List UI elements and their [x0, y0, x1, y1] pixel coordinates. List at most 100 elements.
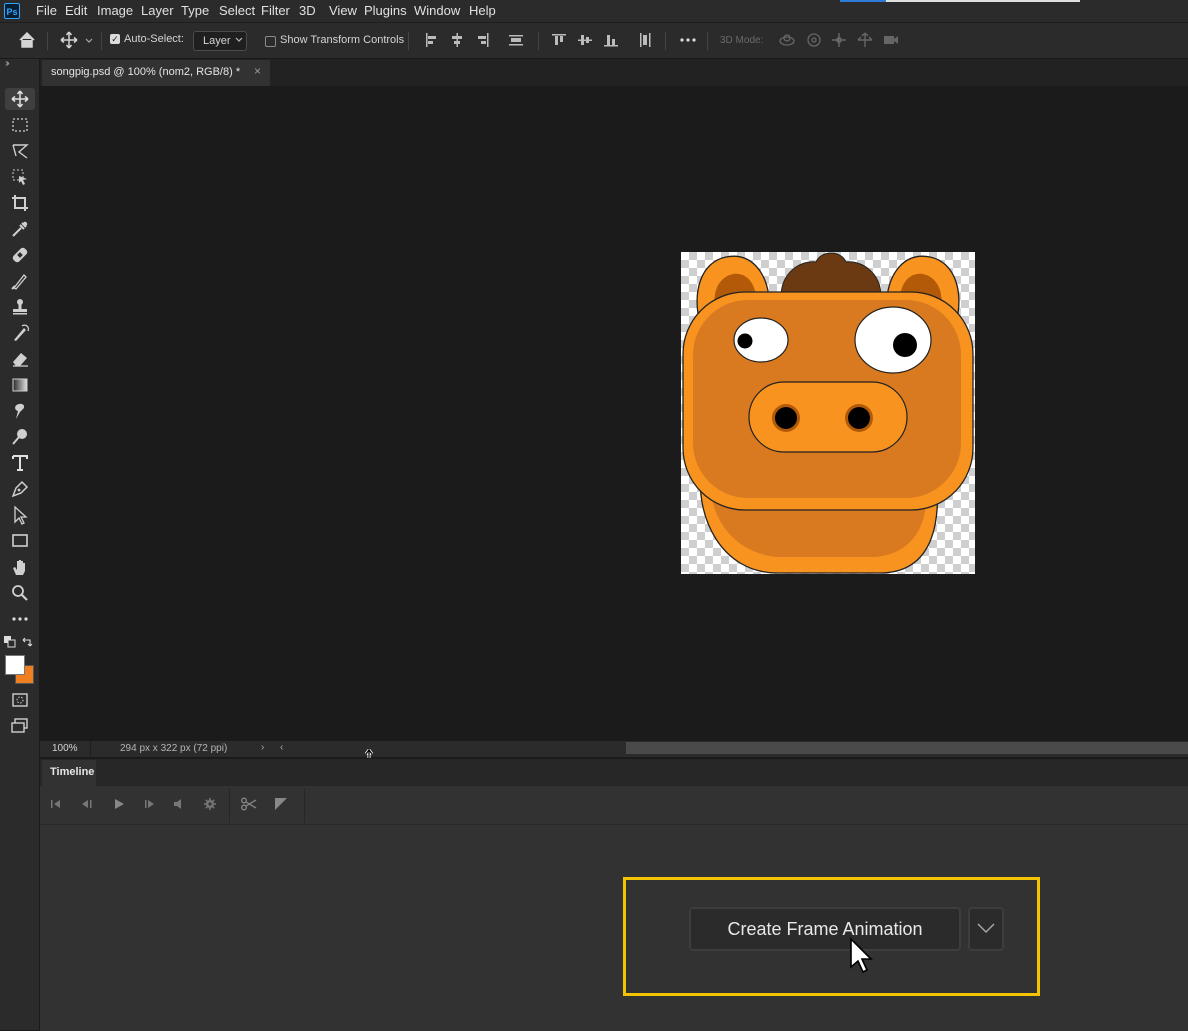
menu-type[interactable]: Type — [181, 3, 209, 18]
more-options-icon[interactable] — [679, 31, 697, 49]
timeline-mode-dropdown[interactable] — [968, 907, 1004, 951]
play-icon[interactable] — [112, 797, 126, 811]
search-strip[interactable] — [886, 0, 1080, 2]
split-scissors-icon[interactable] — [241, 797, 257, 811]
hand-icon[interactable] — [10, 557, 30, 577]
separator — [101, 32, 102, 50]
document-tab-title[interactable]: songpig.psd @ 100% (nom2, RGB/8) * — [51, 66, 240, 78]
distribute-vertical-icon[interactable] — [636, 31, 654, 49]
transition-icon[interactable] — [274, 797, 288, 811]
menu-help[interactable]: Help — [469, 3, 496, 18]
distribute-horizontal-icon[interactable] — [507, 31, 525, 49]
menu-edit[interactable]: Edit — [65, 3, 87, 18]
timeline-tab-bar — [40, 759, 1188, 786]
document-info: 294 px x 322 px (72 ppi) — [120, 743, 228, 754]
3d-pan-icon — [830, 31, 848, 49]
eraser-icon[interactable] — [10, 349, 30, 369]
healing-icon[interactable] — [10, 245, 30, 265]
3d-mode-label: 3D Mode: — [720, 35, 764, 46]
canvas-area[interactable] — [40, 87, 1188, 741]
separator — [47, 32, 48, 50]
separator — [408, 32, 409, 50]
path-select-icon[interactable] — [10, 505, 30, 525]
first-frame-icon[interactable] — [49, 797, 63, 811]
swap-colors-icon[interactable] — [21, 636, 33, 648]
align-left-icon[interactable] — [423, 31, 441, 49]
menu-view[interactable]: View — [329, 3, 357, 18]
eyedropper-icon[interactable] — [10, 219, 30, 239]
separator — [229, 789, 230, 823]
move-tool-icon[interactable] — [60, 31, 78, 49]
auto-select-checkbox[interactable]: ✓ — [110, 34, 120, 44]
auto-select-label: Auto-Select: — [124, 33, 184, 45]
pen-icon[interactable] — [10, 479, 30, 499]
align-middle-icon[interactable] — [576, 31, 594, 49]
align-bottom-icon[interactable] — [602, 31, 620, 49]
menu-bar — [0, 0, 1188, 23]
gradient-icon[interactable] — [10, 375, 30, 395]
info-menu-arrow-icon[interactable]: › — [261, 742, 264, 753]
workspace-accent — [840, 0, 886, 2]
menu-select[interactable]: Select — [219, 3, 255, 18]
collapse-panel-icon[interactable]: ›› — [5, 58, 9, 69]
timeline-title: Timeline — [50, 766, 95, 778]
align-center-icon[interactable] — [448, 31, 466, 49]
separator — [304, 789, 305, 823]
separator — [707, 32, 708, 50]
separator — [538, 32, 539, 50]
stamp-icon[interactable] — [10, 297, 30, 317]
settings-gear-icon[interactable] — [203, 797, 217, 811]
chevron-down-icon — [976, 921, 996, 938]
next-frame-icon[interactable] — [143, 797, 157, 811]
menu-3d[interactable]: 3D — [299, 3, 316, 18]
create-frame-animation-button[interactable]: Create Frame Animation — [689, 907, 961, 951]
menu-image[interactable]: Image — [97, 3, 133, 18]
home-icon[interactable] — [18, 31, 36, 49]
close-tab-icon[interactable]: × — [254, 64, 261, 78]
3d-camera-icon — [882, 31, 900, 49]
align-right-icon[interactable] — [473, 31, 491, 49]
screen-mode-icon[interactable] — [10, 716, 30, 736]
more-icon[interactable] — [10, 609, 30, 629]
mouse-pointer-icon — [849, 937, 875, 978]
object-select-icon[interactable] — [10, 167, 30, 187]
pig-artwork — [682, 252, 974, 574]
show-transform-checkbox[interactable] — [265, 36, 276, 47]
chevron-down-icon — [235, 36, 243, 45]
foreground-color-swatch[interactable] — [5, 655, 25, 675]
dodge-icon[interactable] — [10, 427, 30, 447]
align-top-icon[interactable] — [550, 31, 568, 49]
menu-plugins[interactable]: Plugins — [364, 3, 407, 18]
3d-slide-icon — [856, 31, 874, 49]
separator — [90, 741, 91, 757]
dropdown-value: Layer — [203, 35, 231, 47]
menu-layer[interactable]: Layer — [141, 3, 174, 18]
3d-orbit-icon — [778, 31, 796, 49]
crop-icon[interactable] — [10, 193, 30, 213]
scroll-left-icon[interactable]: ‹ — [280, 742, 283, 753]
3d-roll-icon — [805, 31, 823, 49]
previous-frame-icon[interactable] — [80, 797, 94, 811]
marquee-icon[interactable] — [10, 115, 30, 135]
lasso-icon[interactable] — [10, 141, 30, 161]
brush-icon[interactable] — [10, 271, 30, 291]
menu-filter[interactable]: Filter — [261, 3, 290, 18]
move-icon[interactable] — [10, 89, 30, 109]
type-icon[interactable] — [10, 453, 30, 473]
history-brush-icon[interactable] — [10, 323, 30, 343]
document-canvas[interactable] — [681, 252, 975, 574]
default-colors-icon[interactable] — [4, 636, 16, 648]
menu-file[interactable]: File — [36, 3, 57, 18]
audio-icon[interactable] — [172, 797, 186, 811]
quick-mask-icon[interactable] — [10, 690, 30, 710]
zoom-icon[interactable] — [10, 583, 30, 603]
show-transform-label: Show Transform Controls — [280, 34, 405, 46]
menu-window[interactable]: Window — [414, 3, 460, 18]
smudge-icon[interactable] — [10, 401, 30, 421]
photoshop-logo[interactable]: Ps — [4, 3, 20, 19]
horizontal-scrollbar-thumb[interactable] — [626, 742, 1188, 754]
separator — [665, 32, 666, 50]
rectangle-icon[interactable] — [10, 531, 30, 551]
tool-preset-chevron-icon[interactable] — [84, 31, 94, 49]
zoom-level[interactable]: 100% — [52, 743, 78, 754]
